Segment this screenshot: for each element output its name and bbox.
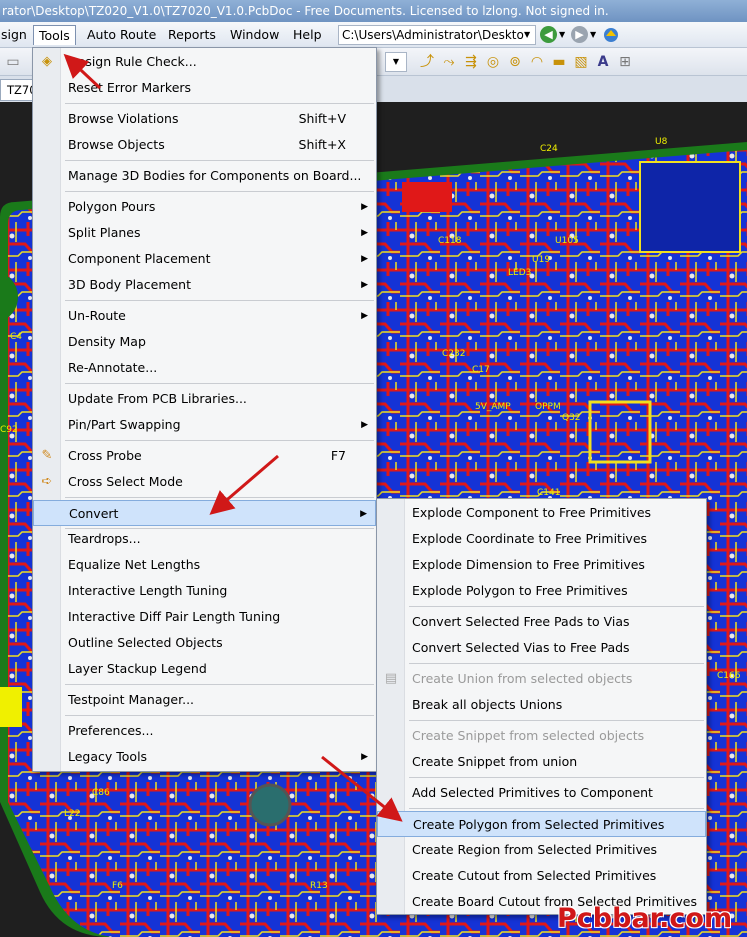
watermark-logo: Pcbbar.com xyxy=(557,903,733,934)
arrow-to-tools-menu xyxy=(63,53,102,90)
arrow-to-convert xyxy=(209,454,279,515)
annotation-arrows xyxy=(63,53,403,822)
arrow-to-create-polygon xyxy=(321,755,403,822)
